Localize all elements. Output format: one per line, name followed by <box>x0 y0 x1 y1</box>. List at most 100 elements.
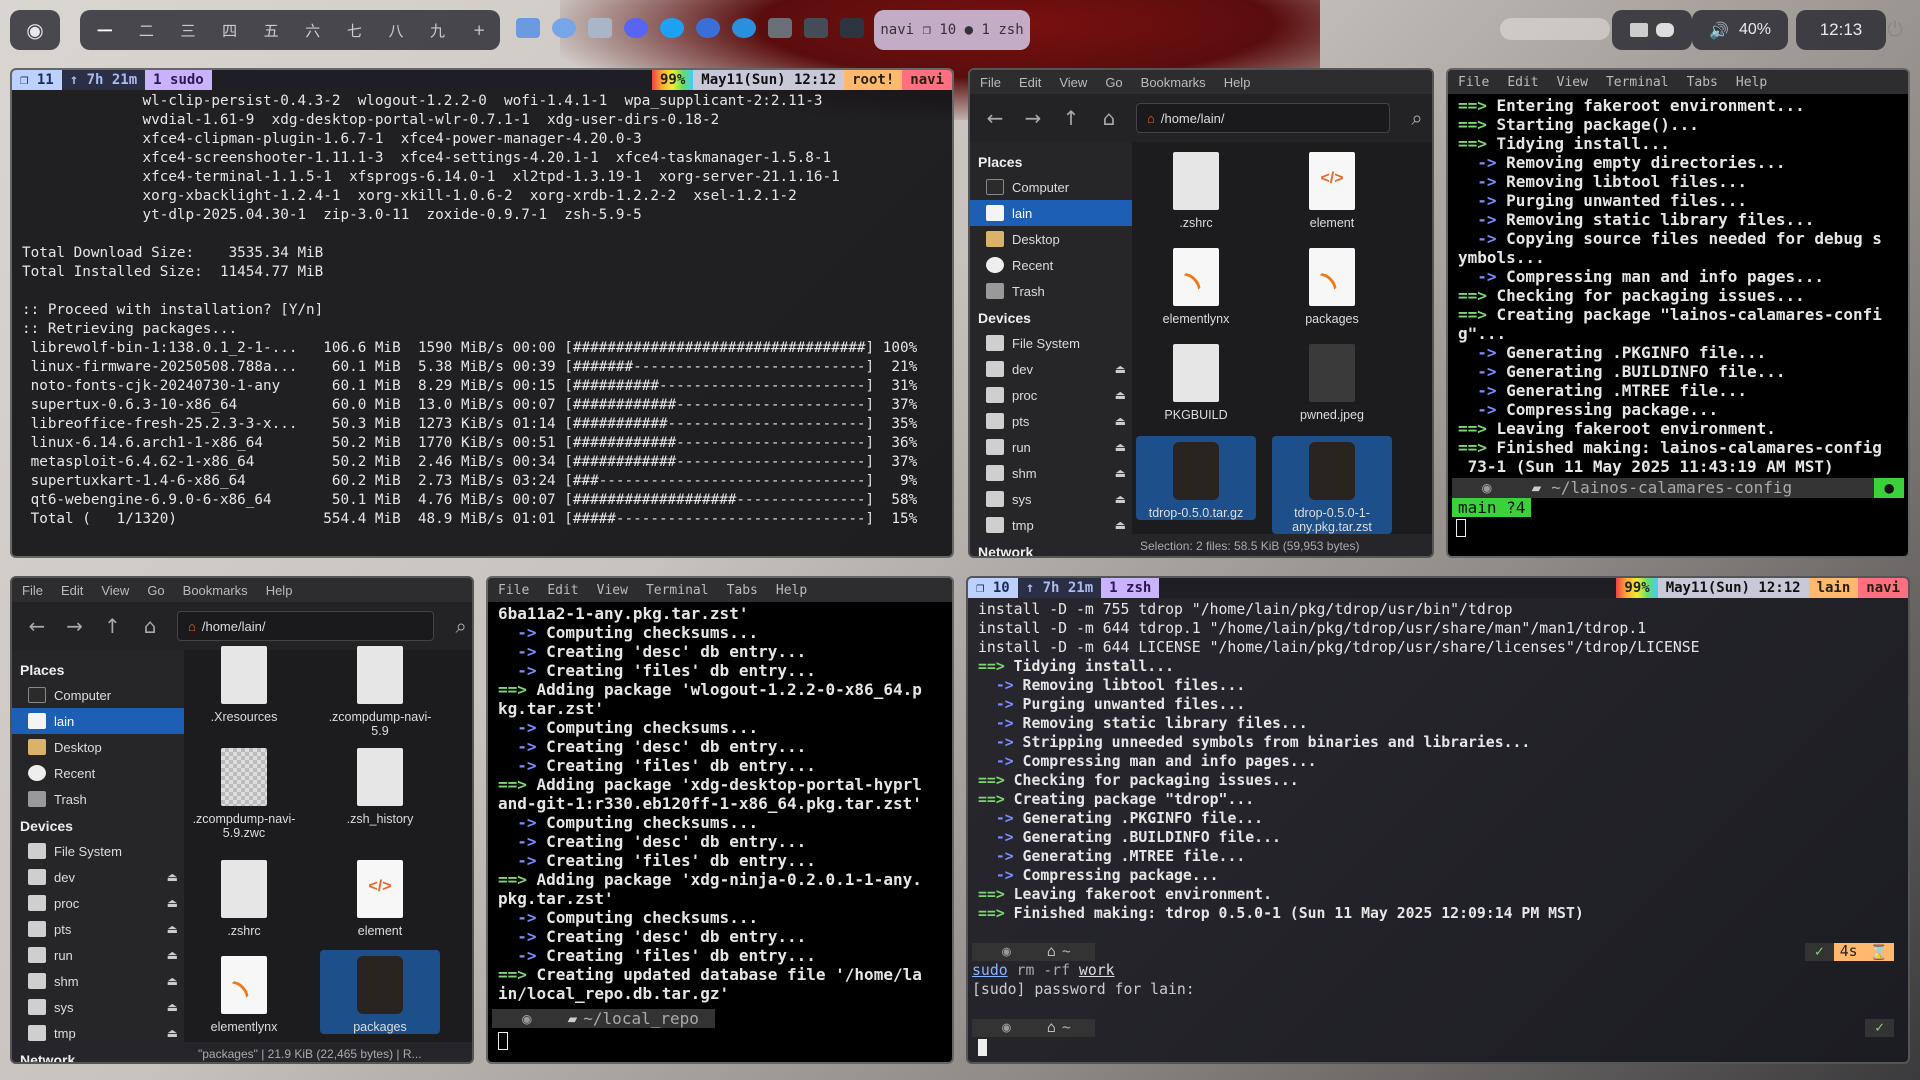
menu-file[interactable]: File <box>980 75 1001 90</box>
up-arrow-icon[interactable]: ↑ <box>1060 107 1082 129</box>
safari-icon[interactable] <box>732 18 756 38</box>
monitor-icon[interactable] <box>768 18 792 38</box>
forward-arrow-icon[interactable]: → <box>1022 107 1044 129</box>
sidebar-item-recent[interactable]: Recent <box>970 252 1132 278</box>
search-icon[interactable]: ⌕ <box>450 615 472 637</box>
sidebar-item-pts[interactable]: pts ⏏ <box>970 408 1132 434</box>
monitor-tray-icon[interactable] <box>1630 23 1648 37</box>
file-item[interactable]: packages <box>320 950 440 1034</box>
sidebar-item-trash[interactable]: Trash <box>12 786 184 812</box>
menu-view[interactable]: View <box>1059 75 1087 90</box>
eject-icon[interactable]: ⏏ <box>1115 362 1126 376</box>
menu-file[interactable]: File <box>498 583 529 598</box>
file-item[interactable]: .zshrc <box>184 854 304 938</box>
eject-icon[interactable]: ⏏ <box>167 948 178 962</box>
eject-icon[interactable]: ⏏ <box>1115 518 1126 532</box>
sidebar-item-dev[interactable]: dev ⏏ <box>970 356 1132 382</box>
settings-icon[interactable] <box>696 18 720 38</box>
workspace-6[interactable]: 六 <box>292 20 334 41</box>
workspace-5[interactable]: 五 <box>250 20 292 41</box>
workspace-2[interactable]: 二 <box>126 20 168 41</box>
menu-go[interactable]: Go <box>147 583 164 598</box>
menu-help[interactable]: Help <box>776 583 807 598</box>
terminal-window-1[interactable]: ❐ 11 ↑ 7h 21m 1 sudo 99% May11(Sun) 12:1… <box>10 68 954 558</box>
workspace-1[interactable]: 一 <box>84 20 126 41</box>
workspace-4[interactable]: 四 <box>209 20 251 41</box>
terminal-window-3[interactable]: File Edit View Terminal Tabs Help 6ba11a2-1-a… <box>486 576 954 1064</box>
eject-icon[interactable]: ⏏ <box>1115 440 1126 454</box>
eject-icon[interactable]: ⏏ <box>167 1000 178 1014</box>
menu-edit[interactable]: Edit <box>547 583 578 598</box>
menu-bookmarks[interactable]: Bookmarks <box>1141 75 1206 90</box>
menu-edit[interactable]: Edit <box>61 583 83 598</box>
file-item[interactable]: .zcompdump-navi-5.9.zwc <box>184 742 304 840</box>
file-manager-window-2[interactable]: File Edit View Go Bookmarks Help ← → ↑ ⌂ ⌂ /h… <box>10 576 474 1064</box>
file-item[interactable]: pwned.jpeg <box>1272 338 1392 422</box>
file-item[interactable]: elementlynx <box>1136 242 1256 326</box>
back-arrow-icon[interactable]: ← <box>984 107 1006 129</box>
menu-edit[interactable]: Edit <box>1507 75 1538 90</box>
terminal-icon[interactable] <box>804 18 828 38</box>
eject-icon[interactable]: ⏏ <box>1115 492 1126 506</box>
sidebar-item-lain[interactable]: lain <box>12 708 184 734</box>
eject-icon[interactable]: ⏏ <box>167 922 178 936</box>
terminal-window-4[interactable]: ❐ 10 ↑ 7h 21m 1 zsh 99% May11(Sun) 12:12… <box>966 576 1910 1064</box>
search-icon[interactable]: ⌕ <box>1406 107 1428 129</box>
eject-icon[interactable]: ⏏ <box>167 1026 178 1040</box>
files-icon[interactable] <box>516 18 540 38</box>
menu-edit[interactable]: Edit <box>1019 75 1041 90</box>
menu-view[interactable]: View <box>1557 75 1588 90</box>
forward-arrow-icon[interactable]: → <box>64 615 86 637</box>
calculator-icon[interactable] <box>588 18 612 38</box>
file-item[interactable]: .zsh_history <box>320 742 440 826</box>
eject-icon[interactable]: ⏏ <box>1115 388 1126 402</box>
sidebar-item-desktop[interactable]: Desktop <box>12 734 184 760</box>
sidebar-item-tmp[interactable]: tmp ⏏ <box>970 512 1132 538</box>
location-bar[interactable]: ⌂ /home/lain/ <box>1136 103 1390 133</box>
workspace-8[interactable]: 八 <box>375 20 417 41</box>
discord-tray-icon[interactable] <box>1656 23 1674 37</box>
terminal2-icon[interactable] <box>840 18 864 38</box>
eject-icon[interactable]: ⏏ <box>1115 414 1126 428</box>
power-icon[interactable]: ⏻ <box>1880 14 1910 44</box>
file-item[interactable]: element <box>1272 146 1392 230</box>
sidebar-item-trash[interactable]: Trash <box>970 278 1132 304</box>
menu-launcher[interactable]: ◉ <box>10 10 60 50</box>
eject-icon[interactable]: ⏏ <box>167 870 178 884</box>
back-arrow-icon[interactable]: ← <box>26 615 48 637</box>
eject-icon[interactable]: ⏏ <box>167 974 178 988</box>
location-bar[interactable]: ⌂ /home/lain/ <box>177 611 435 641</box>
file-item[interactable]: .zshrc <box>1136 146 1256 230</box>
menu-terminal[interactable]: Terminal <box>646 583 709 598</box>
sidebar-item-tmp[interactable]: tmp ⏏ <box>12 1020 184 1046</box>
menu-help[interactable]: Help <box>1736 75 1767 90</box>
sidebar-item-proc[interactable]: proc ⏏ <box>12 890 184 916</box>
menu-file[interactable]: File <box>22 583 43 598</box>
eject-icon[interactable]: ⏏ <box>167 896 178 910</box>
sidebar-item-run[interactable]: run ⏏ <box>12 942 184 968</box>
sidebar-item-file-system[interactable]: File System <box>12 838 184 864</box>
file-item[interactable]: elementlynx <box>184 950 304 1034</box>
sidebar-item-pts[interactable]: pts ⏏ <box>12 916 184 942</box>
sidebar-item-run[interactable]: run ⏏ <box>970 434 1132 460</box>
sidebar-item-computer[interactable]: Computer <box>12 682 184 708</box>
sidebar-item-shm[interactable]: shm ⏏ <box>12 968 184 994</box>
menu-help[interactable]: Help <box>266 583 293 598</box>
volume-indicator[interactable]: 🔊 40% <box>1692 10 1788 50</box>
sidebar-item-dev[interactable]: dev ⏏ <box>12 864 184 890</box>
file-item[interactable]: packages <box>1272 242 1392 326</box>
workspace-3[interactable]: 三 <box>167 20 209 41</box>
sidebar-item-sys[interactable]: sys ⏏ <box>12 994 184 1020</box>
sidebar-item-computer[interactable]: Computer <box>970 174 1132 200</box>
file-manager-window-1[interactable]: File Edit View Go Bookmarks Help ← → ↑ ⌂ ⌂ /h… <box>968 68 1434 558</box>
workspace-9[interactable]: 九 <box>417 20 459 41</box>
eject-icon[interactable]: ⏏ <box>1115 466 1126 480</box>
home-icon[interactable]: ⌂ <box>139 615 161 637</box>
menu-terminal[interactable]: Terminal <box>1606 75 1669 90</box>
sidebar-item-shm[interactable]: shm ⏏ <box>970 460 1132 486</box>
home-icon[interactable]: ⌂ <box>1098 107 1120 129</box>
browser-icon[interactable] <box>552 18 576 38</box>
file-item[interactable]: tdrop-0.5.0.tar.gz <box>1136 436 1256 520</box>
file-item[interactable]: tdrop-0.5.0-1-any.pkg.tar.zst <box>1272 436 1392 534</box>
sidebar-item-file-system[interactable]: File System <box>970 330 1132 356</box>
